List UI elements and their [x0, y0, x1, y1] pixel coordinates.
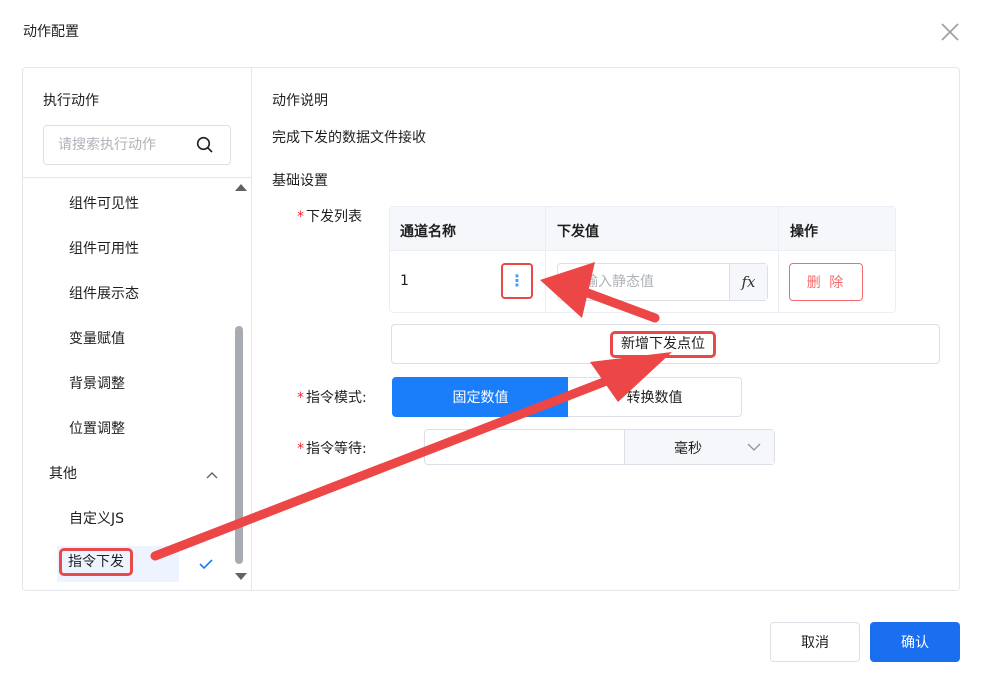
action-item-position-adjust[interactable]: 位置调整 — [69, 418, 125, 438]
column-header-value: 下发值 — [557, 224, 599, 240]
command-mode-label-text: 指令模式: — [306, 390, 367, 406]
section-title: 基础设置 — [272, 173, 328, 189]
action-item-variable-assignment[interactable]: 变量赋值 — [69, 328, 125, 348]
add-dispatch-point-label: 新增下发点位 — [610, 331, 716, 358]
column-divider — [778, 207, 779, 312]
description-text: 完成下发的数据文件接收 — [272, 130, 426, 146]
delete-button[interactable]: 删 除 — [789, 263, 863, 301]
add-dispatch-point-button[interactable]: 新增下发点位 — [391, 324, 940, 364]
list-divider — [23, 177, 251, 178]
wait-unit-select[interactable]: 毫秒 — [624, 430, 774, 464]
fx-function-button[interactable]: fx — [729, 264, 767, 300]
group-header-other[interactable]: 其他 — [49, 463, 77, 483]
column-divider — [545, 207, 546, 312]
action-list-pane: 执行动作 组件可见性 组件可用性 组件展示态 变量赋值 背景调整 位置调整 其他… — [23, 68, 252, 590]
action-list-title: 执行动作 — [43, 93, 99, 109]
action-search-input[interactable] — [58, 126, 188, 164]
more-options-button[interactable]: ⋮ — [501, 263, 533, 299]
value-input-wrapper: fx — [557, 263, 768, 301]
command-wait-label-text: 指令等待: — [306, 441, 367, 457]
mode-convert-value-button[interactable]: 转换数值 — [568, 377, 742, 417]
action-item-custom-js[interactable]: 自定义JS — [69, 508, 124, 528]
scroll-up-arrow-icon[interactable] — [235, 184, 247, 191]
command-wait-field: 毫秒 — [424, 429, 775, 465]
dispatch-table: 通道名称 下发值 操作 1 ⋮ fx 删 除 — [389, 206, 896, 313]
column-header-channel: 通道名称 — [400, 224, 456, 240]
cancel-button[interactable]: 取消 — [770, 622, 860, 662]
chevron-down-icon — [747, 443, 761, 451]
dialog-title: 动作配置 — [23, 24, 79, 40]
table-header-row: 通道名称 下发值 操作 — [390, 207, 895, 251]
wait-unit-value: 毫秒 — [674, 441, 702, 457]
dispatch-list-label: * 下发列表 — [297, 206, 362, 226]
required-mark: * — [297, 441, 304, 457]
scroll-down-arrow-icon[interactable] — [235, 573, 247, 580]
static-value-input[interactable] — [570, 264, 730, 300]
command-wait-label: * 指令等待: — [297, 438, 367, 458]
scrollbar-thumb[interactable] — [235, 326, 243, 564]
action-item-component-display-state[interactable]: 组件展示态 — [69, 283, 139, 303]
search-icon[interactable] — [196, 136, 214, 154]
required-mark: * — [297, 390, 304, 406]
action-item-background-adjust[interactable]: 背景调整 — [69, 373, 125, 393]
action-item-component-availability[interactable]: 组件可用性 — [69, 238, 139, 258]
action-search-box[interactable] — [43, 125, 231, 165]
channel-name-cell: 1 — [400, 273, 409, 289]
fx-icon: fx — [741, 273, 756, 291]
action-item-command-dispatch[interactable]: 指令下发 — [59, 548, 133, 576]
required-mark: * — [297, 209, 304, 225]
mode-fixed-value-button[interactable]: 固定数值 — [392, 377, 569, 417]
close-icon[interactable] — [938, 20, 962, 44]
command-mode-label: * 指令模式: — [297, 387, 367, 407]
action-config-panel: 执行动作 组件可见性 组件可用性 组件展示态 变量赋值 背景调整 位置调整 其他… — [22, 67, 960, 591]
check-icon — [199, 559, 213, 570]
chevron-up-icon[interactable] — [205, 468, 219, 482]
dispatch-list-label-text: 下发列表 — [306, 209, 362, 225]
description-label: 动作说明 — [272, 93, 328, 109]
action-item-component-visibility[interactable]: 组件可见性 — [69, 193, 139, 213]
column-header-operation: 操作 — [790, 224, 818, 240]
command-wait-input[interactable] — [435, 430, 615, 464]
confirm-button[interactable]: 确认 — [870, 622, 960, 662]
